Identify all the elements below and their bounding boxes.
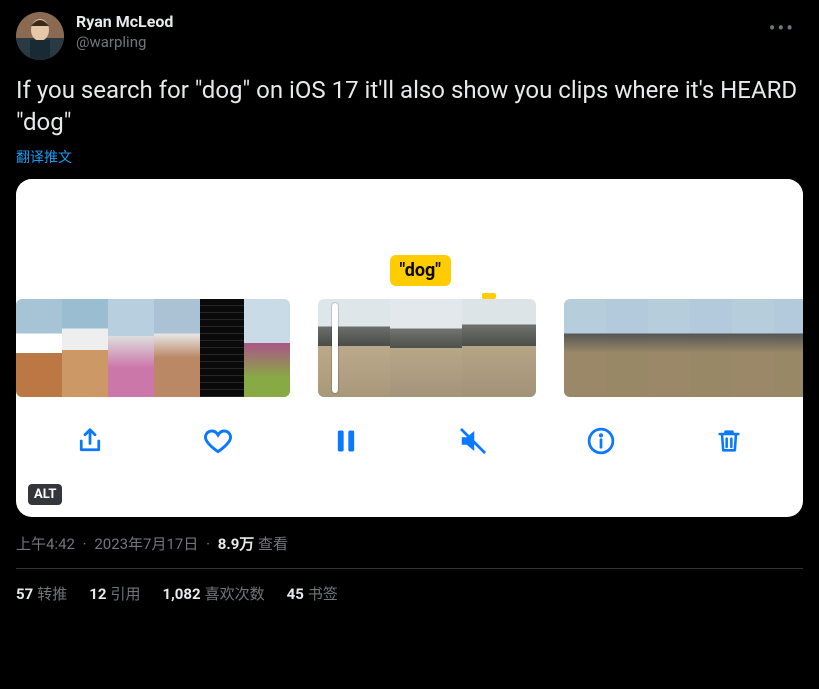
more-icon: ••• bbox=[769, 16, 795, 40]
avatar-image bbox=[16, 12, 64, 60]
video-frame bbox=[200, 299, 244, 397]
alt-badge[interactable]: ALT bbox=[28, 484, 62, 505]
clip-group-1[interactable] bbox=[16, 299, 290, 397]
video-frame bbox=[62, 299, 108, 397]
clip-group-3[interactable] bbox=[564, 299, 803, 397]
quotes-stat[interactable]: 12引用 bbox=[89, 583, 140, 604]
video-frame bbox=[732, 299, 774, 397]
video-frame bbox=[244, 299, 290, 397]
video-frame bbox=[462, 299, 536, 397]
bookmarks-stat[interactable]: 45书签 bbox=[287, 583, 338, 604]
video-frame bbox=[774, 299, 803, 397]
likes-stat[interactable]: 1,082喜欢次数 bbox=[162, 583, 264, 604]
video-frame bbox=[390, 299, 462, 397]
user-info: Ryan McLeod @warpling bbox=[76, 12, 749, 52]
tweet-time[interactable]: 上午4:42 bbox=[16, 535, 75, 553]
pause-icon bbox=[332, 427, 360, 455]
handle[interactable]: @warpling bbox=[76, 33, 749, 53]
pause-button[interactable] bbox=[326, 421, 366, 461]
views-count: 8.9万 bbox=[218, 535, 255, 553]
video-frame bbox=[154, 299, 200, 397]
video-frame bbox=[648, 299, 690, 397]
clip-group-2[interactable] bbox=[318, 299, 536, 397]
media-toolbar bbox=[16, 397, 803, 479]
avatar[interactable] bbox=[16, 12, 64, 60]
video-frame bbox=[606, 299, 648, 397]
video-frame bbox=[318, 299, 390, 397]
trash-icon bbox=[715, 427, 743, 455]
display-name[interactable]: Ryan McLeod bbox=[76, 12, 749, 33]
delete-button[interactable] bbox=[709, 421, 749, 461]
info-icon bbox=[586, 426, 616, 456]
badge-tick-marker bbox=[482, 293, 496, 299]
tweet-meta: 上午4:42 · 2023年7月17日 · 8.9万 查看 bbox=[16, 533, 803, 569]
playhead-indicator[interactable] bbox=[332, 303, 338, 393]
retweets-stat[interactable]: 57转推 bbox=[16, 583, 67, 604]
share-icon bbox=[75, 426, 105, 456]
more-options-button[interactable]: ••• bbox=[761, 12, 803, 44]
heart-icon bbox=[202, 425, 234, 457]
info-button[interactable] bbox=[581, 421, 621, 461]
tweet-header: Ryan McLeod @warpling ••• bbox=[16, 12, 803, 60]
mute-button[interactable] bbox=[453, 421, 493, 461]
media-card[interactable]: "dog" bbox=[16, 179, 803, 517]
tweet-text: If you search for "dog" on iOS 17 it'll … bbox=[16, 74, 803, 139]
views-label[interactable]: 查看 bbox=[258, 535, 288, 553]
share-button[interactable] bbox=[70, 421, 110, 461]
video-timeline[interactable] bbox=[16, 299, 803, 397]
like-button[interactable] bbox=[198, 421, 238, 461]
tweet-date[interactable]: 2023年7月17日 bbox=[94, 535, 198, 553]
speaker-muted-icon bbox=[458, 426, 488, 456]
translate-link[interactable]: 翻译推文 bbox=[16, 147, 72, 167]
tweet-container: Ryan McLeod @warpling ••• If you search … bbox=[0, 0, 819, 616]
tweet-stats: 57转推 12引用 1,082喜欢次数 45书签 bbox=[16, 569, 803, 604]
video-frame bbox=[690, 299, 732, 397]
search-term-badge: "dog" bbox=[390, 255, 452, 286]
video-frame bbox=[16, 299, 62, 397]
video-frame bbox=[108, 299, 154, 397]
video-frame bbox=[564, 299, 606, 397]
